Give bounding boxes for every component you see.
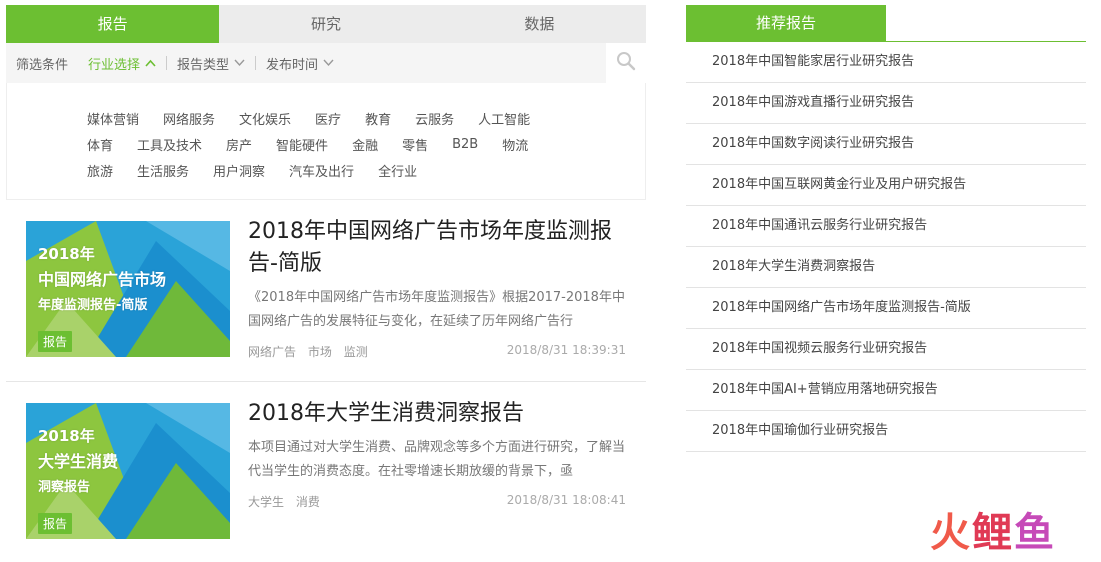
thumbnail-line: 2018年	[38, 427, 95, 445]
tab-bar: 报告 研究 数据	[6, 5, 646, 43]
watermark-char: 鱼	[1014, 510, 1056, 556]
thumbnail-line: 2018年	[38, 245, 95, 263]
report-title-link[interactable]: 2018年中国网络广告市场年度监测报告-简版	[248, 216, 634, 280]
report-card: 2018年 中国网络广告市场 年度监测报告-简版 报告 2018年中国网络广告市…	[6, 200, 646, 381]
recommend-item[interactable]: 2018年中国瑜伽行业研究报告	[686, 411, 1086, 452]
search-button[interactable]	[606, 43, 646, 83]
recommend-sidebar: 推荐报告 2018年中国智能家居行业研究报告 2018年中国游戏直播行业研究报告…	[686, 5, 1086, 452]
report-main-column: 报告 研究 数据 筛选条件 行业选择 报告类型 发布时间 媒体营销 网络服务 文…	[6, 5, 646, 562]
tag-row: 媒体营销 网络服务 文化娱乐 医疗 教育 云服务 人工智能	[87, 105, 645, 131]
report-badge: 报告	[38, 331, 73, 352]
industry-tag[interactable]: 人工智能	[478, 109, 530, 128]
report-description: 本项目通过对大学生消费、品牌观念等多个方面进行研究，了解当代当学生的消费态度。在…	[248, 440, 626, 479]
industry-tag[interactable]: 物流	[502, 135, 528, 154]
thumbnail-line: 中国网络广告市场	[38, 270, 167, 289]
industry-tag[interactable]: 用户洞察	[213, 161, 265, 180]
industry-tag[interactable]: 云服务	[415, 109, 454, 128]
industry-tag[interactable]: 文化娱乐	[239, 109, 291, 128]
report-tag[interactable]: 消费	[296, 495, 320, 509]
filter-divider	[166, 56, 168, 70]
industry-tag[interactable]: 旅游	[87, 161, 113, 180]
recommend-item[interactable]: 2018年中国互联网黄金行业及用户研究报告	[686, 165, 1086, 206]
report-description: 《2018年中国网络广告市场年度监测报告》根据2017-2018年中国网络广告的…	[248, 290, 625, 329]
thumbnail-caption: 2018年 中国网络广告市场 年度监测报告-简版	[38, 243, 166, 313]
tab-reports[interactable]: 报告	[6, 5, 220, 43]
tag-row: 体育 工具及技术 房产 智能硬件 金融 零售 B2B 物流	[87, 131, 645, 157]
industry-tag[interactable]: 网络服务	[163, 109, 215, 128]
report-meta: 网络广告 市场 监测 2018/8/31 18:39:31	[248, 343, 634, 360]
recommend-item[interactable]: 2018年大学生消费洞察报告	[686, 247, 1086, 288]
report-body: 2018年大学生消费洞察报告 本项目通过对大学生消费、品牌观念等多个方面进行研究…	[248, 398, 634, 484]
thumbnail-line: 大学生消费	[38, 452, 119, 471]
recommend-item[interactable]: 2018年中国网络广告市场年度监测报告-简版	[686, 288, 1086, 329]
report-type-filter-label: 报告类型	[177, 57, 230, 73]
industry-filter-label: 行业选择	[88, 57, 141, 73]
report-thumbnail[interactable]: 2018年 大学生消费 洞察报告 报告	[26, 403, 230, 539]
chevron-down-icon	[323, 56, 334, 71]
report-timestamp: 2018/8/31 18:39:31	[506, 343, 626, 357]
recommend-item[interactable]: 2018年中国数字阅读行业研究报告	[686, 124, 1086, 165]
search-icon	[616, 51, 636, 75]
recommend-item[interactable]: 2018年中国AI+营销应用落地研究报告	[686, 370, 1086, 411]
recommend-item[interactable]: 2018年中国通讯云服务行业研究报告	[686, 206, 1086, 247]
tag-row: 旅游 生活服务 用户洞察 汽车及出行 全行业	[87, 157, 645, 183]
watermark-logo: 火鲤鱼	[930, 508, 1080, 558]
watermark-char: 火	[930, 510, 972, 556]
industry-tag[interactable]: 房产	[226, 135, 252, 154]
industry-tags-panel: 媒体营销 网络服务 文化娱乐 医疗 教育 云服务 人工智能 体育 工具及技术 房…	[6, 83, 646, 200]
report-tag[interactable]: 市场	[308, 345, 332, 359]
industry-tag[interactable]: 工具及技术	[137, 135, 202, 154]
filter-label: 筛选条件	[16, 57, 69, 73]
report-timestamp: 2018/8/31 18:08:41	[506, 493, 626, 507]
industry-tag[interactable]: 体育	[87, 135, 113, 154]
report-tag[interactable]: 网络广告	[248, 345, 296, 359]
recommend-title: 推荐报告	[686, 5, 886, 41]
industry-tag[interactable]: B2B	[452, 137, 478, 152]
thumbnail-line: 年度监测报告-简版	[38, 298, 148, 313]
industry-tag[interactable]: 全行业	[378, 161, 417, 180]
industry-tag[interactable]: 医疗	[315, 109, 341, 128]
thumbnail-caption: 2018年 大学生消费 洞察报告	[38, 425, 118, 495]
report-badge: 报告	[38, 513, 73, 534]
filter-divider	[255, 56, 257, 70]
industry-tag[interactable]: 汽车及出行	[289, 161, 354, 180]
industry-tag[interactable]: 智能硬件	[276, 135, 328, 154]
report-tag[interactable]: 大学生	[248, 495, 284, 509]
tab-data[interactable]: 数据	[433, 5, 646, 43]
recommend-header: 推荐报告	[686, 5, 1086, 42]
report-type-filter-dropdown[interactable]: 报告类型	[177, 54, 245, 73]
chevron-up-icon	[145, 56, 156, 71]
industry-tag[interactable]: 零售	[402, 135, 428, 154]
industry-tag[interactable]: 生活服务	[137, 161, 189, 180]
publish-time-filter-label: 发布时间	[266, 57, 319, 73]
watermark-char: 鲤	[972, 510, 1014, 556]
report-thumbnail[interactable]: 2018年 中国网络广告市场 年度监测报告-简版 报告	[26, 221, 230, 357]
industry-tag[interactable]: 媒体营销	[87, 109, 139, 128]
filter-bar: 筛选条件 行业选择 报告类型 发布时间	[6, 43, 646, 83]
publish-time-filter-dropdown[interactable]: 发布时间	[266, 54, 334, 73]
chevron-down-icon	[234, 56, 245, 71]
recommend-list: 2018年中国智能家居行业研究报告 2018年中国游戏直播行业研究报告 2018…	[686, 42, 1086, 452]
recommend-item[interactable]: 2018年中国视频云服务行业研究报告	[686, 329, 1086, 370]
recommend-item[interactable]: 2018年中国游戏直播行业研究报告	[686, 83, 1086, 124]
industry-filter-dropdown[interactable]: 行业选择	[88, 54, 156, 73]
report-title-link[interactable]: 2018年大学生消费洞察报告	[248, 398, 634, 430]
report-body: 2018年中国网络广告市场年度监测报告-简版 《2018年中国网络广告市场年度监…	[248, 216, 634, 334]
report-card: 2018年 大学生消费 洞察报告 报告 2018年大学生消费洞察报告 本项目通过…	[6, 382, 646, 562]
thumbnail-line: 洞察报告	[38, 480, 91, 495]
report-tag[interactable]: 监测	[344, 345, 368, 359]
report-meta: 大学生 消费 2018/8/31 18:08:41	[248, 493, 634, 510]
tab-research[interactable]: 研究	[219, 5, 432, 43]
industry-tag[interactable]: 金融	[352, 135, 378, 154]
industry-tag[interactable]: 教育	[365, 109, 391, 128]
recommend-item[interactable]: 2018年中国智能家居行业研究报告	[686, 42, 1086, 83]
report-list: 2018年 中国网络广告市场 年度监测报告-简版 报告 2018年中国网络广告市…	[6, 200, 646, 562]
